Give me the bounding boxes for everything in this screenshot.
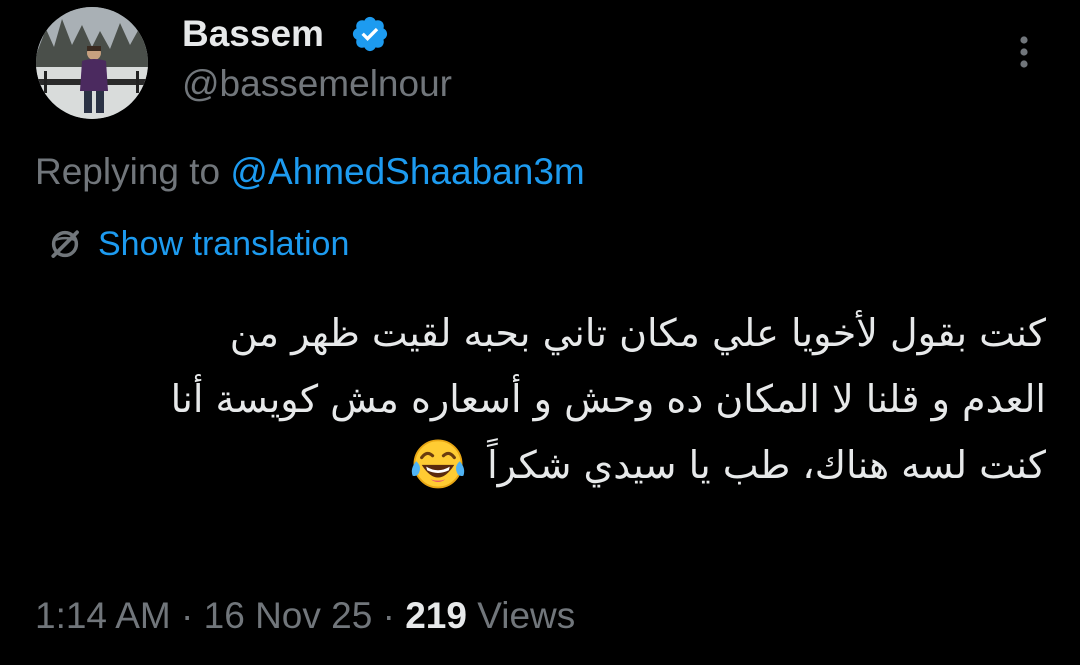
replying-to-label: Replying to <box>35 151 221 192</box>
replying-to-line: Replying to @AhmedShaaban3m <box>35 150 585 194</box>
tweet-line-last: كنت لسه هناك، طب يا سيدي شكراً <box>40 432 1046 498</box>
tweet-text: كنت بقول لأخويا علي مكان تاني بحبه لقيت … <box>40 300 1046 498</box>
verified-badge-icon <box>352 16 388 52</box>
tweet-time[interactable]: 1:14 AM <box>35 595 171 636</box>
tweet-line-text: كنت لسه هناك، طب يا سيدي شكراً <box>487 443 1046 487</box>
display-name[interactable]: Bassem <box>182 12 324 56</box>
tweet-metadata: 1:14 AM · 16 Nov 25 · 219 Views <box>35 592 575 640</box>
views-count[interactable]: 219 <box>405 595 467 636</box>
tweet-line: العدم و قلنا لا المكان ده وحش و أسعاره م… <box>170 377 1046 421</box>
meta-separator: · <box>382 595 395 636</box>
more-vertical-icon <box>1020 36 1028 68</box>
avatar-photo <box>36 7 148 119</box>
reply-mention-link[interactable]: @AhmedShaaban3m <box>230 151 584 192</box>
show-translation-button[interactable]: Show translation <box>46 222 349 266</box>
views-label: Views <box>477 595 576 636</box>
meta-separator: · <box>181 595 194 636</box>
more-options-button[interactable] <box>1004 28 1044 76</box>
tweet-date[interactable]: 16 Nov 25 <box>204 595 373 636</box>
show-translation-label: Show translation <box>98 225 350 263</box>
tweet-line: كنت بقول لأخويا علي مكان تاني بحبه لقيت … <box>229 311 1046 355</box>
handle[interactable]: @bassemelnour <box>182 62 452 106</box>
laughing-tears-emoji-icon <box>411 439 465 489</box>
globe-slash-icon <box>51 230 79 258</box>
avatar[interactable] <box>36 7 148 119</box>
